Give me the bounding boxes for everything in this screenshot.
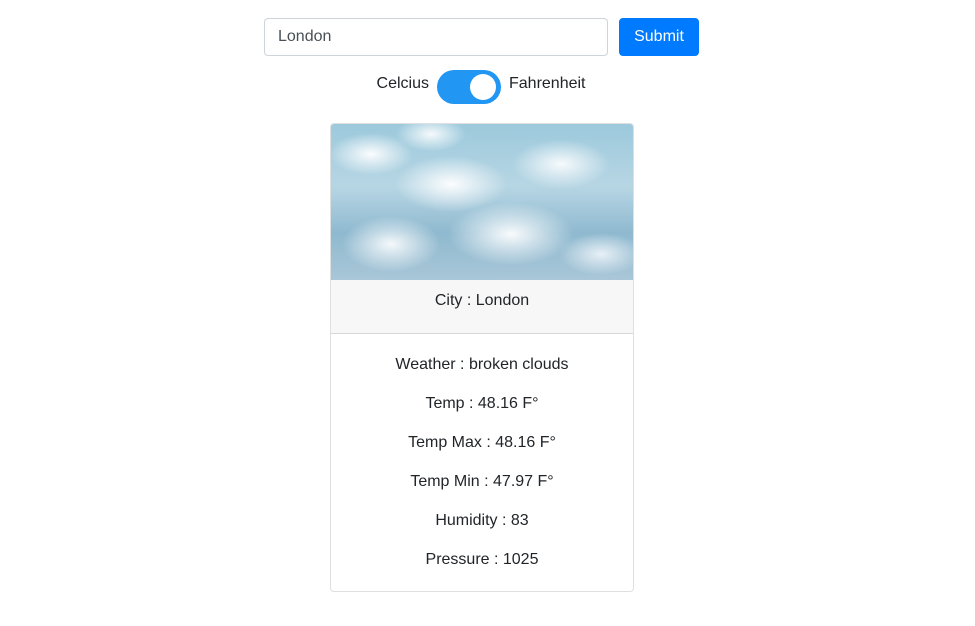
pressure-text: Pressure : 1025 <box>425 551 539 568</box>
fahrenheit-label: Fahrenheit <box>509 75 586 92</box>
city-input[interactable] <box>264 18 608 56</box>
card-body: Weather : broken clouds Temp : 48.16 F° … <box>331 355 633 589</box>
weather-card: City : London Weather : broken clouds Te… <box>330 123 634 592</box>
celsius-label: Celcius <box>376 75 429 92</box>
city-text: City : London <box>434 292 530 309</box>
weather-app: Submit Celcius Fahrenheit City : London … <box>0 0 975 626</box>
temp-text: Temp : 48.16 F° <box>425 395 539 412</box>
unit-toggle-row: Celcius Fahrenheit <box>0 70 975 104</box>
toggle-knob <box>470 74 496 100</box>
temp-max-text: Temp Max : 48.16 F° <box>408 434 556 451</box>
humidity-text: Humidity : 83 <box>435 512 529 529</box>
submit-button[interactable]: Submit <box>619 18 699 56</box>
unit-toggle-switch[interactable] <box>437 70 501 104</box>
weather-text: Weather : broken clouds <box>395 356 569 373</box>
clouds-image <box>331 124 633 280</box>
card-header: City : London <box>331 280 633 334</box>
temp-min-text: Temp Min : 47.97 F° <box>410 473 554 490</box>
